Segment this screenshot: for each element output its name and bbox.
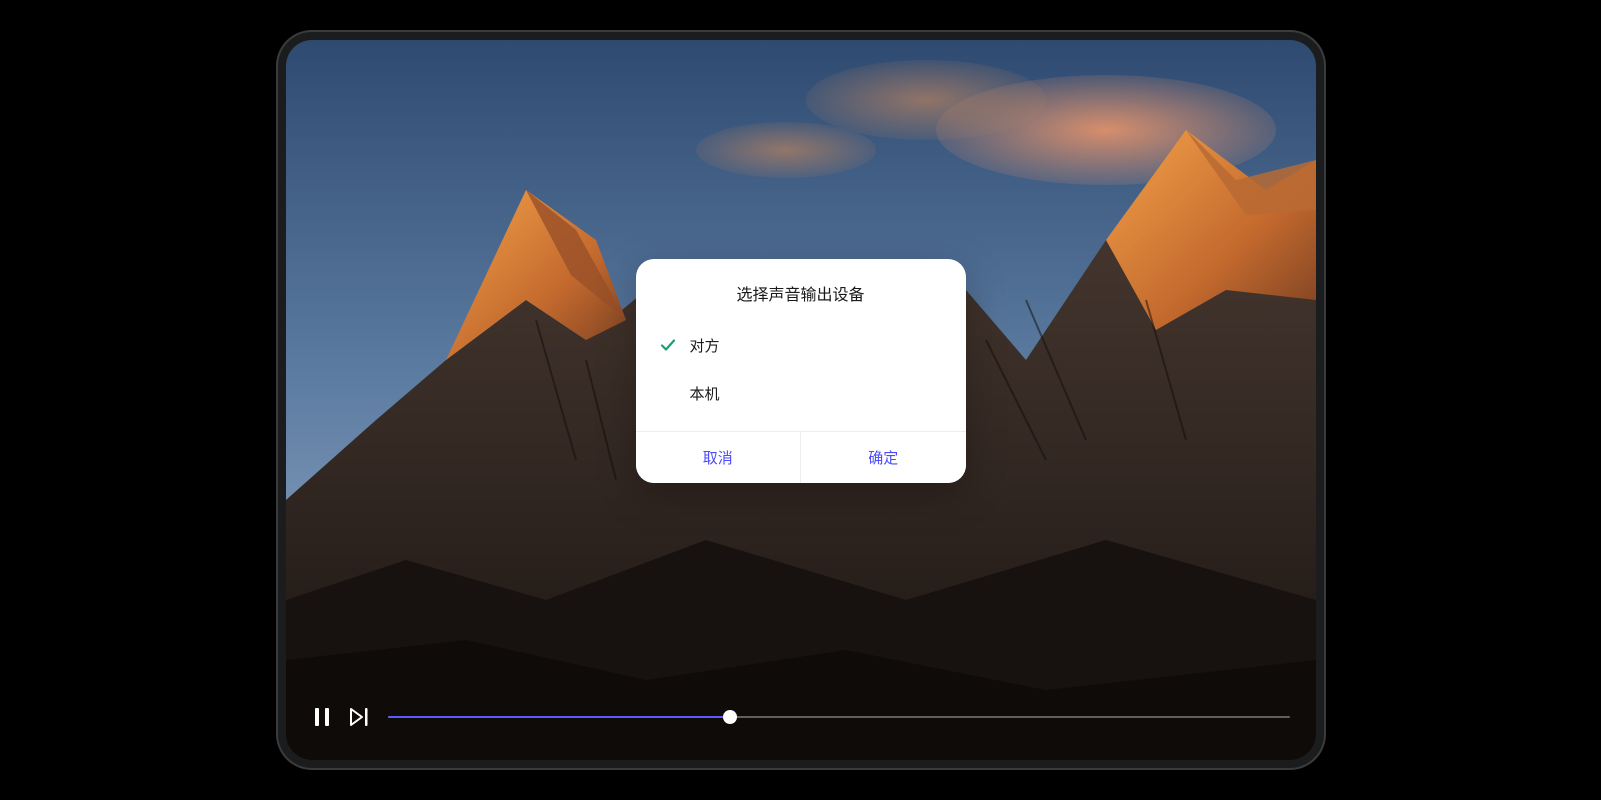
next-button[interactable] (350, 707, 370, 727)
audio-output-dialog: 选择声音输出设备 对方 本机 取消 确定 (636, 259, 966, 483)
confirm-button[interactable]: 确定 (800, 432, 966, 483)
tablet-frame: 选择声音输出设备 对方 本机 取消 确定 (276, 30, 1326, 770)
check-icon (658, 335, 678, 355)
dialog-actions: 取消 确定 (636, 431, 966, 483)
option-list: 对方 本机 (636, 313, 966, 431)
progress-fill (388, 716, 731, 718)
cancel-button[interactable]: 取消 (636, 432, 801, 483)
option-remote[interactable]: 对方 (636, 321, 966, 369)
check-icon (658, 383, 678, 403)
option-label: 本机 (690, 383, 720, 404)
progress-thumb[interactable] (723, 710, 737, 724)
screen: 选择声音输出设备 对方 本机 取消 确定 (286, 40, 1316, 760)
dialog-title: 选择声音输出设备 (636, 259, 966, 313)
option-local[interactable]: 本机 (636, 369, 966, 417)
player-controls (286, 680, 1316, 760)
pause-button[interactable] (312, 707, 332, 727)
progress-bar[interactable] (388, 707, 1290, 727)
option-label: 对方 (690, 335, 720, 356)
